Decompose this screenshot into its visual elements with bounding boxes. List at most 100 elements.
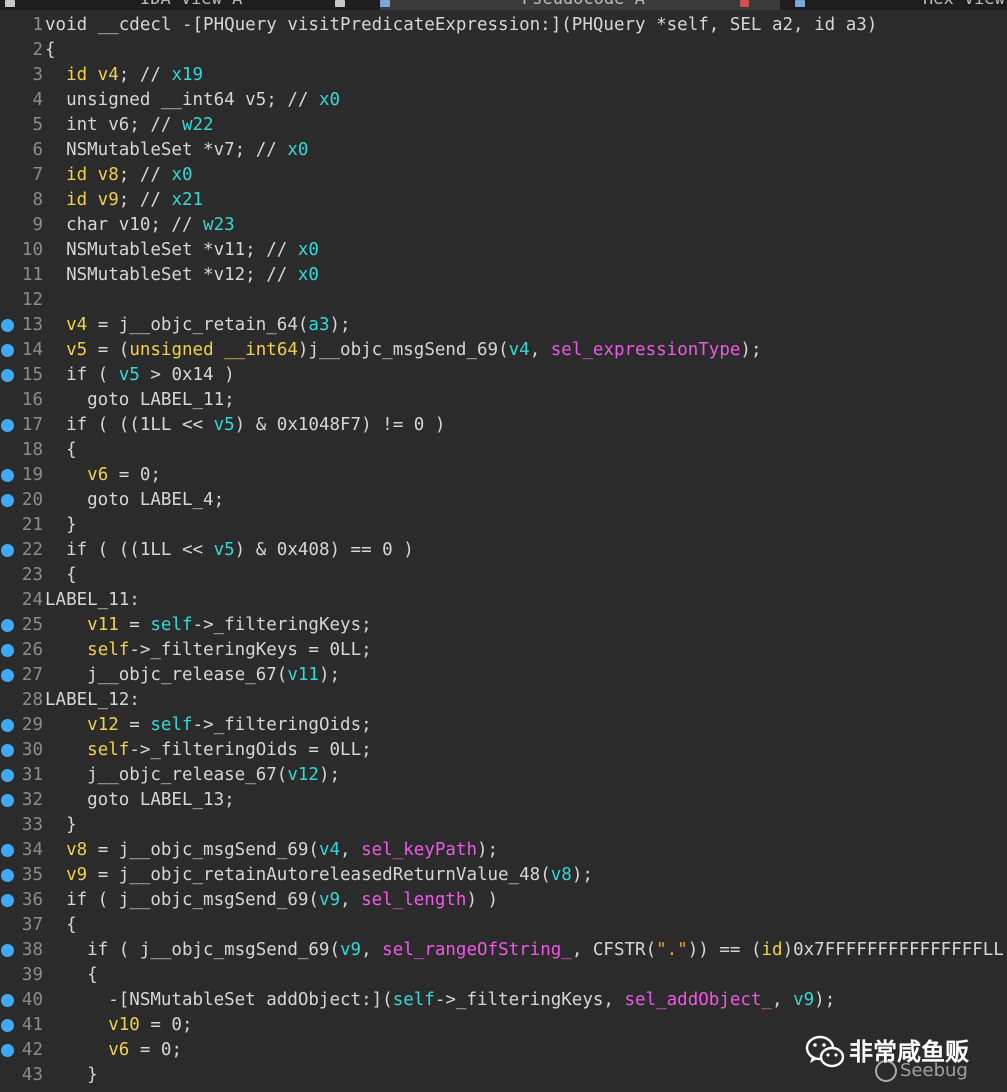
code-text: void __cdecl -[PHQuery visitPredicateExp… [45,13,877,38]
hex-view-icon [795,0,805,7]
code-line[interactable]: 3 id v4; // x19 [0,63,1007,88]
code-line[interactable]: 8 id v9; // x21 [0,188,1007,213]
line-number: 1 [32,15,43,35]
code-line[interactable]: 26 self->_filteringKeys = 0LL; [0,638,1007,663]
code-line[interactable]: 22 if ( ((1LL << v5) & 0x408) == 0 ) [0,538,1007,563]
code-line[interactable]: 25 v11 = self->_filteringKeys; [0,613,1007,638]
code-text: { [45,913,77,938]
code-text: v9 = j__objc_retainAutoreleasedReturnVal… [45,863,593,888]
line-number: 2 [32,40,43,60]
line-number: 12 [21,290,43,310]
code-line[interactable]: 17 if ( ((1LL << v5) & 0x1048F7) != 0 ) [0,413,1007,438]
code-line[interactable]: 12 [0,288,1007,313]
line-number: 36 [21,890,43,910]
line-number: 4 [32,90,43,110]
line-number: 18 [21,440,43,460]
code-line[interactable]: 33 } [0,813,1007,838]
code-line[interactable]: 4 unsigned __int64 v5; // x0 [0,88,1007,113]
code-line[interactable]: 2{ [0,38,1007,63]
code-line[interactable]: 31 j__objc_release_67(v12); [0,763,1007,788]
code-line[interactable]: 9 char v10; // w23 [0,213,1007,238]
code-token: = 0; [129,1040,182,1060]
code-line[interactable]: 14 v5 = (unsigned __int64)j__objc_msgSen… [0,338,1007,363]
code-text: unsigned __int64 v5; // x0 [45,88,340,113]
code-token: x0 [297,240,319,260]
code-line[interactable]: 36 if ( j__objc_msgSend_69(v9, sel_lengt… [0,888,1007,913]
code-text: -[NSMutableSet addObject:](self->_filter… [45,988,835,1013]
code-text: } [45,513,77,538]
code-token: v9 [66,865,88,885]
code-token: x0 [297,265,319,285]
code-line[interactable]: 38 if ( j__objc_msgSend_69(v9, sel_range… [0,938,1007,963]
line-number: 10 [21,240,43,260]
code-line[interactable]: 37 { [0,913,1007,938]
line-number: 38 [21,940,43,960]
code-token: if ( ((1LL << [45,415,214,435]
code-line[interactable]: 6 NSMutableSet *v7; // x0 [0,138,1007,163]
code-token: LABEL_12: [45,690,140,710]
seebug-logo-icon [875,1060,897,1082]
tab-pseudocode[interactable]: Pseudocode-A [380,0,780,10]
code-token: , CFSTR( [571,940,657,960]
code-line[interactable]: 24 LABEL_11: [0,588,1007,613]
code-line[interactable]: 7 id v8; // x0 [0,163,1007,188]
code-token: self [87,740,130,760]
code-line[interactable]: 30 self->_filteringOids = 0LL; [0,738,1007,763]
pseudocode-view[interactable]: 1 void __cdecl -[PHQuery visitPredicateEx… [0,11,1007,1092]
code-line[interactable]: 10 NSMutableSet *v11; // x0 [0,238,1007,263]
code-token: v8 [550,865,572,885]
code-token: unsigned __int64 [129,340,298,360]
code-line[interactable]: 20 goto LABEL_4; [0,488,1007,513]
code-token: self [87,640,130,660]
code-token: )) == ( [687,940,762,960]
tab-hex-view[interactable]: Hex View-1 [790,0,1007,10]
code-line[interactable]: 15 if ( v5 > 0x14 ) [0,363,1007,388]
code-line[interactable]: 34 v8 = j__objc_msgSend_69(v4, sel_keyPa… [0,838,1007,863]
code-text: } [45,813,77,838]
close-icon[interactable] [335,0,345,7]
code-line[interactable]: 16 goto LABEL_11; [0,388,1007,413]
code-token: ->_filteringOids = 0LL; [129,740,372,760]
close-icon[interactable] [740,0,749,7]
code-token: , [340,840,362,860]
code-token: w22 [181,115,214,135]
code-text: j__objc_release_67(v12); [45,763,340,788]
code-line[interactable]: 5 int v6; // w22 [0,113,1007,138]
line-number: 32 [21,790,43,810]
code-token: ; // [118,65,172,85]
code-line[interactable]: 18 { [0,438,1007,463]
code-line[interactable]: 40 -[NSMutableSet addObject:](self->_fil… [0,988,1007,1013]
code-text: self->_filteringKeys = 0LL; [45,638,371,663]
code-text: goto LABEL_4; [45,488,224,513]
code-line[interactable]: 28 LABEL_12: [0,688,1007,713]
line-number: 23 [21,565,43,585]
code-text: LABEL_12: [45,688,140,713]
code-line[interactable]: 23 { [0,563,1007,588]
code-token: v6 [108,1040,130,1060]
line-number: 15 [21,365,43,385]
code-token: v12 [287,765,319,785]
code-line[interactable]: 1 void __cdecl -[PHQuery visitPredicateEx… [0,13,1007,38]
code-token: goto LABEL_11; [45,390,235,410]
code-line[interactable]: 29 v12 = self->_filteringOids; [0,713,1007,738]
code-line[interactable]: 32 goto LABEL_13; [0,788,1007,813]
code-line[interactable]: 35 v9 = j__objc_retainAutoreleasedReturn… [0,863,1007,888]
code-text: id v8; // x0 [45,163,192,188]
code-line[interactable]: 13 v4 = j__objc_retain_64(a3); [0,313,1007,338]
code-token: { [45,40,56,60]
code-line[interactable]: 21 } [0,513,1007,538]
line-number: 35 [21,865,43,885]
code-token: = j__objc_retainAutoreleasedReturnValue_… [87,865,551,885]
code-text: j__objc_release_67(v11); [45,663,340,688]
code-line[interactable]: 39 { [0,963,1007,988]
code-line[interactable]: 19 v6 = 0; [0,463,1007,488]
tab-ida-view[interactable]: IDA View-A [0,0,345,10]
code-line[interactable]: 11 NSMutableSet *v12; // x0 [0,263,1007,288]
code-line[interactable]: 27 j__objc_release_67(v11); [0,663,1007,688]
code-token: ); [571,865,593,885]
